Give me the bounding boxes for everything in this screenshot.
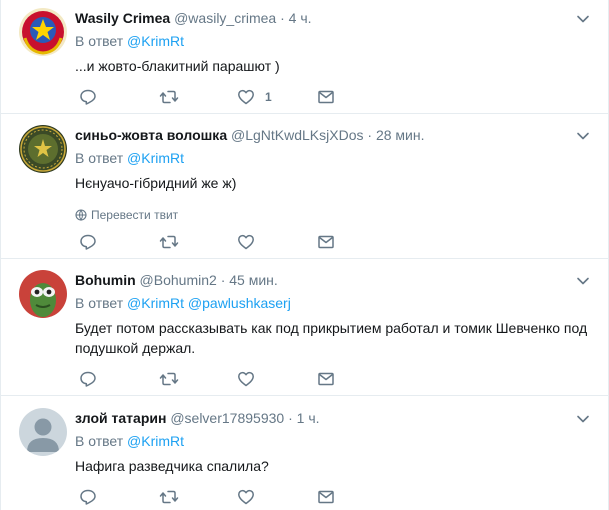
retweet-icon [159, 90, 179, 104]
tweet[interactable]: синьо-жовта волошка @LgNtKwdLKsjXDos · 2… [1, 114, 608, 259]
envelope-icon [318, 490, 334, 504]
reply-prefix: В ответ [75, 295, 124, 311]
reply-prefix: В ответ [75, 33, 124, 49]
direct-message-button[interactable] [317, 487, 335, 507]
reply-icon [80, 89, 96, 105]
retweet-icon [159, 372, 179, 386]
reply-button[interactable] [79, 369, 97, 389]
reply-prefix: В ответ [75, 433, 124, 449]
like-button[interactable] [237, 369, 255, 389]
chevron-down-icon[interactable] [576, 129, 590, 143]
avatar[interactable] [19, 408, 67, 456]
timestamp[interactable]: 4 ч. [289, 10, 312, 26]
heart-icon [238, 234, 254, 250]
mention-link[interactable]: @KrimRt [127, 33, 184, 49]
globe-icon [75, 209, 87, 221]
heart-icon [238, 489, 254, 505]
tweet[interactable]: Wasily Crimea @wasily_crimea · 4 ч. В от… [1, 0, 608, 114]
user-handle[interactable]: @wasily_crimea [174, 10, 276, 26]
chevron-down-icon[interactable] [576, 274, 590, 288]
tweet[interactable]: Bohumin @Bohumin2 · 45 мин. В ответ @Kri… [1, 259, 608, 396]
avatar[interactable] [19, 8, 67, 56]
reply-button[interactable] [79, 87, 97, 107]
translate-link[interactable]: Перевести твит [75, 207, 592, 223]
tweet-header: Bohumin @Bohumin2 · 45 мин. [75, 270, 592, 290]
display-name[interactable]: Wasily Crimea [75, 10, 170, 26]
tweet-text: ...и жовто-блакитний парашют ) [75, 58, 280, 74]
retweet-button[interactable] [159, 87, 179, 107]
direct-message-button[interactable] [317, 369, 335, 389]
separator: · [288, 410, 293, 426]
user-handle[interactable]: @Bohumin2 [140, 272, 217, 288]
tweet[interactable]: злой татарин @selver17895930 · 1 ч. В от… [1, 396, 608, 510]
display-name[interactable]: синьо-жовта волошка [75, 127, 227, 143]
separator: · [220, 272, 226, 288]
translate-label: Перевести твит [91, 208, 179, 222]
reply-context: В ответ @KrimRt [75, 31, 592, 51]
reply-context: В ответ @KrimRt [75, 148, 592, 168]
like-button[interactable] [237, 232, 255, 252]
tweet-header: Wasily Crimea @wasily_crimea · 4 ч. [75, 8, 592, 28]
retweet-button[interactable] [159, 487, 179, 507]
avatar[interactable] [19, 125, 67, 173]
like-count: 1 [265, 90, 272, 104]
user-handle[interactable]: @LgNtKwdLKsjXDos [231, 127, 364, 143]
timestamp[interactable]: 45 мин. [229, 272, 278, 288]
like-button[interactable] [237, 487, 255, 507]
direct-message-button[interactable] [317, 232, 335, 252]
display-name[interactable]: злой татарин [75, 410, 166, 426]
tweet-text: Нафига разведчика спалила? [75, 458, 269, 474]
retweet-icon [159, 490, 179, 504]
envelope-icon [318, 235, 334, 249]
reply-icon [80, 371, 96, 387]
tweet-header: синьо-жовта волошка @LgNtKwdLKsjXDos · 2… [75, 125, 592, 145]
heart-icon [238, 89, 254, 105]
display-name[interactable]: Bohumin [75, 272, 136, 288]
mention-link[interactable]: @KrimRt [127, 433, 184, 449]
reply-context: В ответ @KrimRt @pawlushkaserj [75, 293, 592, 313]
reply-context: В ответ @KrimRt [75, 431, 592, 451]
direct-message-button[interactable] [317, 87, 335, 107]
mention-link[interactable]: @KrimRt [127, 150, 184, 166]
retweet-button[interactable] [159, 232, 179, 252]
mention-link[interactable]: @KrimRt [127, 295, 184, 311]
tweet-header: злой татарин @selver17895930 · 1 ч. [75, 408, 592, 428]
like-button[interactable]: 1 [237, 87, 272, 107]
separator: · [367, 127, 373, 143]
reply-icon [80, 234, 96, 250]
heart-icon [238, 371, 254, 387]
timestamp[interactable]: 28 мин. [376, 127, 425, 143]
tweet-text: Будет потом рассказывать как под прикрыт… [75, 320, 588, 356]
user-handle[interactable]: @selver17895930 [170, 410, 284, 426]
chevron-down-icon[interactable] [576, 412, 590, 426]
mention-link[interactable]: @pawlushkaserj [188, 295, 291, 311]
tweet-text: Нєнуачо-гібридний же ж) [75, 175, 237, 191]
envelope-icon [318, 90, 334, 104]
reply-button[interactable] [79, 487, 97, 507]
reply-feed: Wasily Crimea @wasily_crimea · 4 ч. В от… [0, 0, 609, 510]
chevron-down-icon[interactable] [576, 12, 590, 26]
avatar[interactable] [19, 270, 67, 318]
reply-button[interactable] [79, 232, 97, 252]
reply-icon [80, 489, 96, 505]
timestamp[interactable]: 1 ч. [297, 410, 320, 426]
envelope-icon [318, 372, 334, 386]
retweet-button[interactable] [159, 369, 179, 389]
reply-prefix: В ответ [75, 150, 124, 166]
separator: · [280, 10, 285, 26]
retweet-icon [159, 235, 179, 249]
